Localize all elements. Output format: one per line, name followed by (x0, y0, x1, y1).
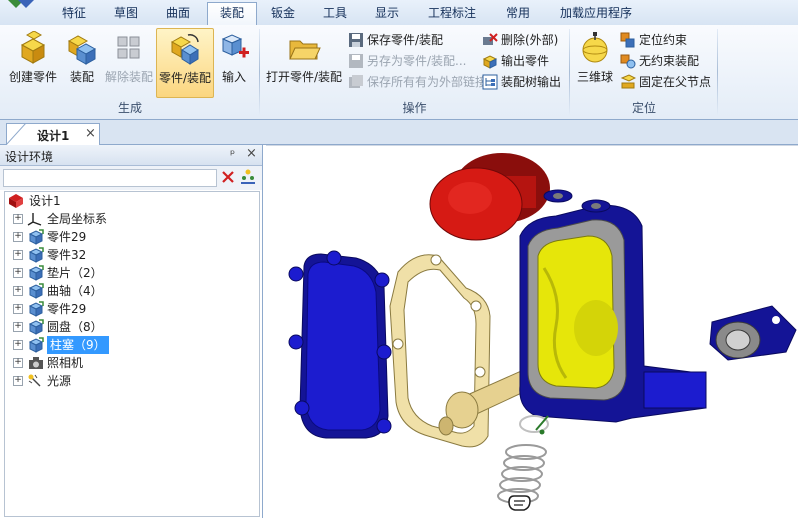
panel-header: 设计环境 ᵖ × (0, 145, 262, 166)
tree-item-label: 零件32 (47, 248, 87, 262)
tree-item-label: 光源 (47, 374, 72, 388)
document-tab-title: 设计1 (37, 129, 70, 143)
tree-item-label: 曲轴（4） (47, 284, 103, 298)
save-as-part-assembly-button[interactable]: 另存为零件/装配... (348, 52, 467, 71)
expand-toggle-icon[interactable]: + (13, 232, 23, 242)
expand-toggle-icon[interactable]: + (13, 214, 23, 224)
export-part-button[interactable]: 输出零件 (482, 52, 549, 71)
tree-item-label: 照相机 (47, 356, 84, 370)
light-icon (27, 373, 43, 394)
fix-at-parent-icon (620, 74, 636, 89)
group-separator (259, 29, 260, 115)
triball-icon (582, 32, 608, 63)
fix-at-parent-button[interactable]: 固定在父节点 (620, 73, 711, 92)
import-button[interactable]: 输入 (216, 28, 252, 96)
expand-toggle-icon[interactable]: + (13, 304, 23, 314)
save-all-external-button[interactable]: 保存所有有为外部链接 (348, 73, 487, 92)
triball-button[interactable]: 三维球 (574, 28, 616, 96)
assembly-tree-icon (482, 74, 498, 90)
expand-toggle-icon[interactable]: + (13, 358, 23, 368)
tab-display[interactable]: 显示 (363, 3, 411, 24)
tab-sheet-metal[interactable]: 钣金 (259, 3, 307, 24)
expand-toggle-icon[interactable]: + (13, 250, 23, 260)
part-assembly-icon (170, 33, 199, 65)
document-tab-design1[interactable]: 设计1 × (6, 123, 100, 145)
panel-toolbar (0, 166, 262, 190)
tab-surface[interactable]: 曲面 (154, 3, 202, 24)
part-assembly-button[interactable]: 零件/装配 (156, 28, 214, 98)
3d-viewport[interactable] (266, 145, 798, 518)
tree-item-label: 全局坐标系 (47, 212, 108, 226)
filter-options-icon[interactable] (240, 169, 256, 185)
ribbon-panel: 创建零件 装配 解除装配 零件/装配 输入 生成 打开零件/装配 保存零件/装配… (0, 25, 798, 120)
flange-part[interactable] (709, 305, 797, 361)
clear-filter-icon[interactable] (221, 170, 235, 184)
assemble-icon (67, 35, 97, 65)
app-window: 特征 草图 曲面 装配 钣金 工具 显示 工程标注 常用 加载应用程序 创建零件 (0, 0, 798, 518)
group-label-operate: 操作 (402, 101, 427, 115)
tab-assembly[interactable]: 装配 (207, 2, 257, 25)
blue-cover-part[interactable] (288, 250, 392, 439)
pin-icon[interactable]: ᵖ (230, 147, 235, 161)
ribbon-tab-bar: 特征 草图 曲面 装配 钣金 工具 显示 工程标注 常用 加载应用程序 (0, 0, 798, 26)
create-part-icon (20, 31, 46, 64)
expand-toggle-icon[interactable]: + (13, 322, 23, 332)
design-root-icon (9, 194, 23, 208)
search-input[interactable] (3, 169, 217, 187)
close-icon[interactable]: × (85, 126, 96, 141)
pump-body-part[interactable] (519, 189, 707, 423)
document-tab-bar: 设计1 × (0, 120, 798, 145)
tree-item-label: 圆盘（8） (47, 320, 103, 334)
tab-engineering-annotation[interactable]: 工程标注 (418, 3, 486, 24)
expand-toggle-icon[interactable]: + (13, 286, 23, 296)
disassemble-icon (117, 36, 140, 59)
create-part-button[interactable]: 创建零件 (4, 28, 62, 96)
import-icon (221, 34, 249, 58)
app-logo-icon[interactable] (2, 0, 40, 8)
design-environment-panel: 设计环境 ᵖ × 设计1 + 全局坐标系 + 零件29 + 零件32 + 垫片（2） + 曲轴（4… (0, 145, 263, 518)
tree-item-label: 垫片（2） (47, 266, 103, 280)
locate-constraint-icon (620, 32, 635, 48)
save-as-icon (349, 54, 363, 68)
unconstrained-assembly-button[interactable]: 无约束装配 (620, 52, 699, 71)
hand-cursor-icon (508, 495, 531, 511)
tab-sketch[interactable]: 草图 (102, 3, 150, 24)
panel-title: 设计环境 (5, 150, 54, 164)
document-tab-edge-icon (6, 123, 27, 145)
group-separator (569, 29, 570, 115)
tree-item-label: 柱塞（9） (47, 336, 109, 354)
group-label-locate: 定位 (631, 101, 656, 115)
locate-constraint-button[interactable]: 定位约束 (620, 31, 687, 50)
expand-toggle-icon[interactable]: + (13, 376, 23, 386)
open-part-assembly-button[interactable]: 打开零件/装配 (264, 28, 344, 96)
save-all-icon (349, 75, 363, 88)
save-part-assembly-button[interactable]: 保存零件/装配 (348, 31, 443, 50)
folder-open-icon (289, 40, 321, 60)
export-assembly-tree-button[interactable]: 装配树输出 (482, 73, 561, 92)
delete-icon (483, 33, 498, 45)
unconstrained-assembly-icon (620, 54, 636, 69)
expand-toggle-icon[interactable]: + (13, 340, 23, 350)
tab-feature[interactable]: 特征 (50, 3, 98, 24)
tab-tools[interactable]: 工具 (311, 3, 359, 24)
expand-toggle-icon[interactable]: + (13, 268, 23, 278)
export-part-icon (482, 55, 498, 69)
design-tree: 设计1 + 全局坐标系 + 零件29 + 零件32 + 垫片（2） + 曲轴（4） + 零件29 + 圆盘… (4, 191, 260, 517)
tab-common[interactable]: 常用 (494, 3, 542, 24)
tree-item-label: 零件29 (47, 302, 87, 316)
save-icon (349, 33, 363, 47)
close-icon[interactable]: × (246, 146, 257, 161)
group-separator (717, 29, 718, 115)
tab-load-applications[interactable]: 加载应用程序 (550, 3, 642, 24)
tree-item-label: 零件29 (47, 230, 87, 244)
assembly-scene (288, 153, 797, 504)
delete-external-button[interactable]: 删除(外部) (482, 31, 558, 50)
group-label-generate: 生成 (117, 101, 142, 115)
assemble-button[interactable]: 装配 (64, 28, 100, 96)
disassemble-button[interactable]: 解除装配 (103, 28, 155, 96)
